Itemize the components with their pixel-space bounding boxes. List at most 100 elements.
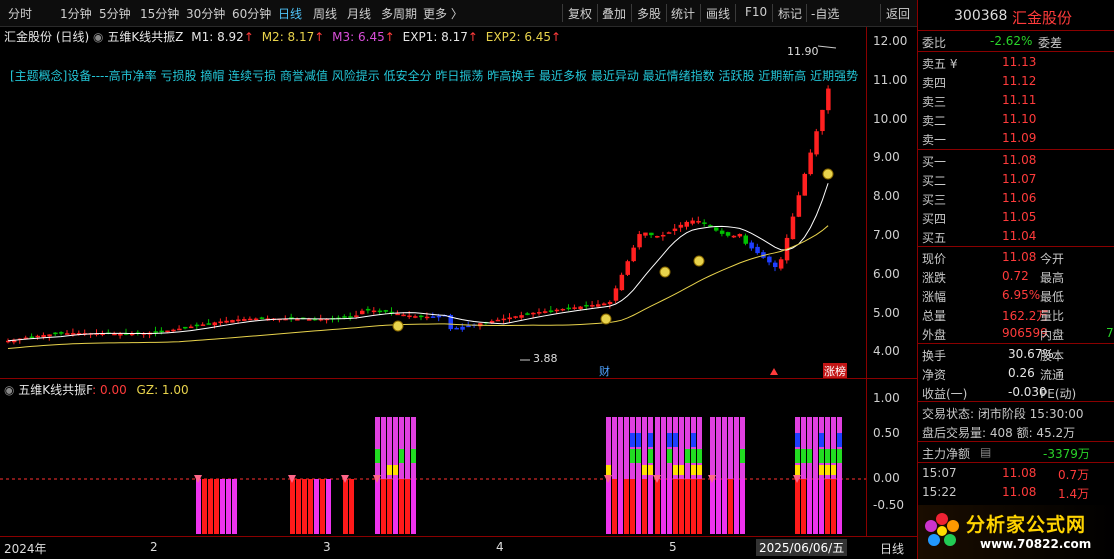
period-1min[interactable]: 1分钟 xyxy=(60,5,92,22)
period-indicator[interactable]: 日线 xyxy=(880,540,904,557)
resonance-bar xyxy=(831,479,836,534)
quote-stat-row[interactable]: 涨幅 6.95% 最低 xyxy=(918,286,1114,305)
period-more[interactable]: 更多 〉 xyxy=(423,5,463,22)
period-minute-chart[interactable]: 分时 xyxy=(8,5,32,22)
period-5min[interactable]: 5分钟 xyxy=(99,5,131,22)
period-30min[interactable]: 30分钟 xyxy=(186,5,225,22)
quote-stat-row[interactable]: 总量 162.2万 量比 xyxy=(918,305,1114,324)
ask-row[interactable]: 卖四 11.12 xyxy=(918,72,1114,91)
financial-report-tag[interactable]: 财 xyxy=(599,363,610,379)
candle-body xyxy=(637,234,642,248)
candle-body xyxy=(519,315,524,318)
resonance-bar xyxy=(734,417,739,479)
stat-value: 0.72 xyxy=(1002,269,1029,283)
stat-label: 外盘 xyxy=(922,328,947,342)
candle-body xyxy=(525,313,530,315)
candle-body xyxy=(413,316,418,318)
quote-stat-row[interactable]: 外盘 906599 内盘 7 xyxy=(918,324,1114,343)
adjust-button[interactable]: 复权 xyxy=(568,5,592,22)
ask-label: 卖二 xyxy=(922,114,947,128)
multi-stock-button[interactable]: 多股 xyxy=(637,5,661,22)
fundamental-row[interactable]: 收益(一) -0.030 PE(动) xyxy=(918,383,1114,402)
bid-price: 11.04 xyxy=(1002,229,1037,243)
candle-body xyxy=(306,319,312,321)
bid-row[interactable]: 买三 11.06 xyxy=(918,189,1114,208)
table-icon[interactable]: ▤ xyxy=(980,445,991,459)
ask-row[interactable]: 卖一 11.09 xyxy=(918,129,1114,148)
resonance-bar xyxy=(296,479,301,534)
high-arrow-icon xyxy=(817,45,837,49)
ask-row[interactable]: 卖五 ¥ 11.13 xyxy=(918,53,1114,72)
candle-body xyxy=(749,242,754,249)
fundamental-row[interactable]: 净资 0.26 流通 xyxy=(918,364,1114,383)
resonance-bar xyxy=(196,479,201,534)
f10-button[interactable]: F10 xyxy=(745,5,767,19)
candle-body xyxy=(407,315,412,318)
stat-label: 净资 xyxy=(922,368,947,382)
statistics-button[interactable]: 统计 xyxy=(671,5,695,22)
back-button[interactable]: 返回 xyxy=(886,5,910,22)
resonance-bar xyxy=(343,479,348,534)
stat-label: 最低 xyxy=(1040,290,1065,304)
resonance-bar xyxy=(697,465,702,475)
resonance-bar xyxy=(612,417,617,479)
candle-body xyxy=(466,325,471,328)
candle-body xyxy=(371,310,377,313)
limit-up-list-tag[interactable]: 涨榜 xyxy=(823,363,847,379)
candle-body xyxy=(348,316,353,318)
candle-body xyxy=(206,323,212,325)
kline-chart[interactable]: 汇金股份 (日线) ◉ 五维K线共振Z M1: 8.92↑ M2: 8.17↑ … xyxy=(0,27,866,379)
tick-row[interactable]: 15:07 11.08 0.7万 xyxy=(918,464,1114,483)
ask-row[interactable]: 卖三 11.11 xyxy=(918,91,1114,110)
high-price-label: 11.90 xyxy=(787,45,819,58)
stat-label: 涨幅 xyxy=(922,290,947,304)
draw-line-button[interactable]: 画线 xyxy=(706,5,730,22)
overlay-button[interactable]: 叠加 xyxy=(602,5,626,22)
resonance-bar xyxy=(630,449,635,463)
tick-time: 15:22 xyxy=(922,485,957,499)
cursor-date: 2025/06/06/五 xyxy=(756,539,848,556)
resonance-bar xyxy=(710,417,715,479)
fundamental-row[interactable]: 换手 30.67% 股本 xyxy=(918,345,1114,364)
bid-row[interactable]: 买一 11.08 xyxy=(918,151,1114,170)
candle-body xyxy=(419,315,424,318)
watchlist-remove-button[interactable]: -自选 xyxy=(811,5,839,22)
period-60min[interactable]: 60分钟 xyxy=(232,5,271,22)
quote-stat-row[interactable]: 涨跌 0.72 最高 xyxy=(918,267,1114,286)
period-monthly[interactable]: 月线 xyxy=(347,5,371,22)
tick-row[interactable]: 15:22 11.08 1.4万 xyxy=(918,483,1114,502)
period-15min[interactable]: 15分钟 xyxy=(140,5,179,22)
ask-row[interactable]: 卖二 11.10 xyxy=(918,110,1114,129)
candlestick-svg xyxy=(6,45,837,375)
candle-body xyxy=(436,315,442,318)
resonance-bar xyxy=(795,449,800,463)
resonance-bar xyxy=(673,465,678,475)
candle-body xyxy=(619,274,625,291)
resonance-bar xyxy=(837,479,842,534)
candle-body xyxy=(401,314,406,317)
candle-body xyxy=(177,328,182,331)
quote-stat-row[interactable]: 现价 11.08 今开 xyxy=(918,248,1114,267)
resonance-bar xyxy=(290,479,295,534)
period-multi[interactable]: 多周期 xyxy=(381,5,417,22)
candle-body xyxy=(507,317,512,320)
candle-body xyxy=(230,320,235,323)
resonance-bar xyxy=(679,479,684,534)
candle-body xyxy=(424,316,430,319)
candle-body xyxy=(29,336,35,339)
bid-row[interactable]: 买二 11.07 xyxy=(918,170,1114,189)
candle-body xyxy=(649,232,654,236)
resonance-bar xyxy=(411,479,416,534)
period-daily[interactable]: 日线 xyxy=(278,5,302,22)
indicator-subchart[interactable]: ◉ 五维K线共振F: 0.00 GZ: 1.00 xyxy=(0,378,866,536)
period-weekly[interactable]: 周线 xyxy=(313,5,337,22)
bid-row[interactable]: 买四 11.05 xyxy=(918,208,1114,227)
mark-button[interactable]: 标记 xyxy=(778,5,802,22)
main-net-row[interactable]: 主力净额 ▤ -3379万 xyxy=(918,443,1114,462)
candle-body xyxy=(495,319,501,322)
resonance-bar xyxy=(795,465,800,475)
bid-row[interactable]: 买五 11.04 xyxy=(918,227,1114,246)
candle-body xyxy=(607,301,613,305)
resonance-bar xyxy=(673,433,678,447)
resonance-bar xyxy=(636,417,641,479)
